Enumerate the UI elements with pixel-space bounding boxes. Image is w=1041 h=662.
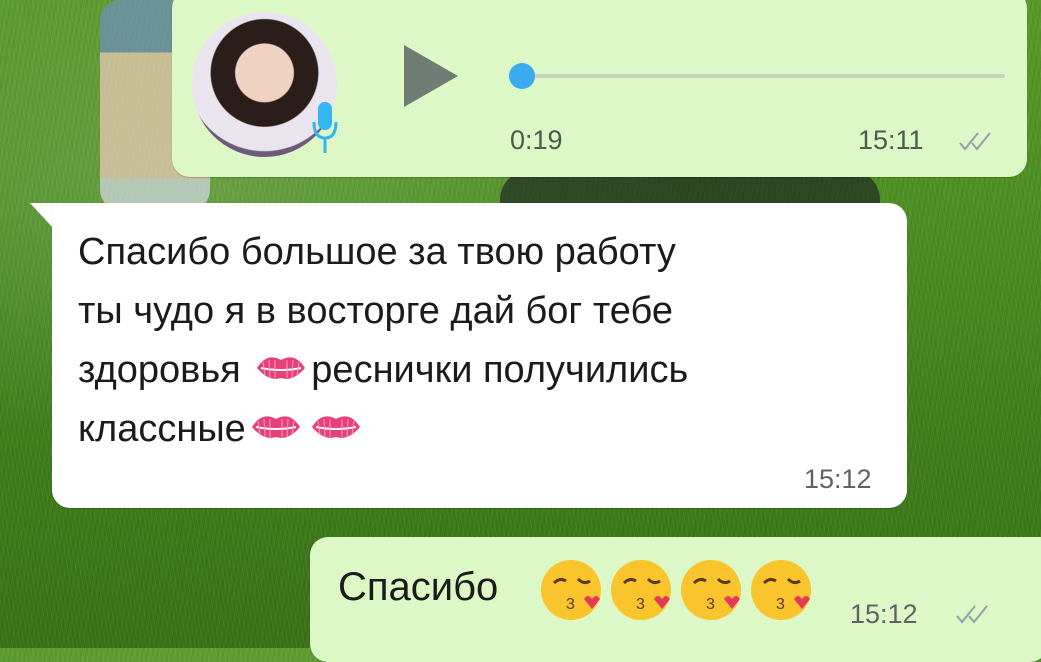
message-timestamp: 15:12 bbox=[850, 599, 918, 629]
svg-text:3: 3 bbox=[706, 596, 715, 613]
kiss-mark-icon bbox=[257, 357, 306, 379]
double-check-icon bbox=[959, 132, 991, 151]
kiss-mark-icon bbox=[311, 416, 360, 438]
svg-text:3: 3 bbox=[776, 596, 785, 613]
message-line: реснички получились bbox=[311, 349, 689, 391]
voice-message-bubble[interactable]: 0:19 15:11 bbox=[172, 0, 1027, 177]
face-blowing-kiss-icon: 3 bbox=[751, 560, 811, 620]
audio-seek-handle[interactable] bbox=[509, 63, 535, 89]
message-timestamp: 15:12 bbox=[804, 464, 872, 494]
emoji-row: 3 3 3 3 bbox=[538, 557, 818, 627]
message-line: здоровья bbox=[78, 349, 252, 391]
svg-text:3: 3 bbox=[566, 596, 575, 613]
message-line: ты чудо я в восторге дай бог тебе bbox=[78, 290, 673, 332]
double-check-icon bbox=[956, 605, 988, 624]
incoming-message-text: Спасибо большое за твою работу ты чудо я… bbox=[78, 223, 878, 459]
microphone-icon bbox=[312, 102, 338, 153]
message-timestamp: 15:11 bbox=[858, 125, 924, 155]
kiss-mark-icon bbox=[251, 416, 300, 438]
audio-progress-track[interactable] bbox=[527, 74, 1005, 78]
outgoing-message-bubble[interactable]: Спасибо 3 3 3 3 15:12 bbox=[310, 537, 1041, 662]
face-blowing-kiss-icon: 3 bbox=[611, 560, 671, 620]
play-button[interactable] bbox=[404, 45, 458, 107]
message-line: Спасибо большое за твою работу bbox=[78, 231, 676, 273]
message-line: классные bbox=[78, 408, 246, 450]
incoming-message-bubble[interactable]: Спасибо большое за твою работу ты чудо я… bbox=[52, 203, 907, 508]
voice-duration: 0:19 bbox=[510, 125, 563, 155]
incoming-bubble-tail bbox=[30, 203, 54, 229]
face-blowing-kiss-icon: 3 bbox=[541, 560, 601, 620]
svg-text:3: 3 bbox=[636, 596, 645, 613]
outgoing-message-text: Спасибо bbox=[338, 565, 499, 609]
face-blowing-kiss-icon: 3 bbox=[681, 560, 741, 620]
